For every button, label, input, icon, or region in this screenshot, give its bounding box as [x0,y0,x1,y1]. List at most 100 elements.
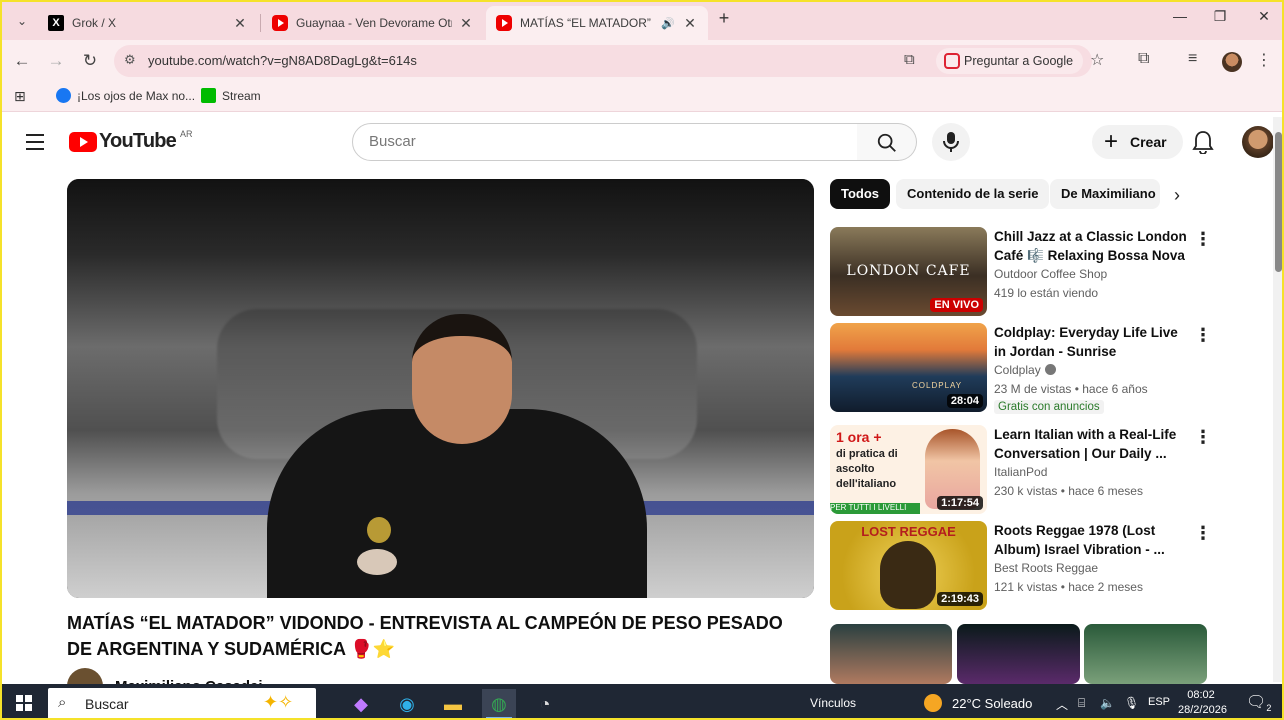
menu-dots-icon[interactable]: ⋮ [1256,50,1272,70]
media-control-icon[interactable]: ≡ [1188,50,1197,68]
search-button[interactable] [857,123,917,161]
more-options-icon[interactable]: ⋮ [1194,325,1212,346]
recommendation-meta: 419 lo están viendo [994,286,1099,300]
windows-start-icon[interactable] [16,695,32,711]
more-options-icon[interactable]: ⋮ [1194,523,1212,544]
tab-guaynaa[interactable]: Guaynaa - Ven Devorame Otra ✕ [262,6,484,40]
chip-todos[interactable]: Todos [830,179,891,209]
bookmark-stream[interactable]: Stream [201,88,261,103]
scrollbar-thumb[interactable] [1275,132,1282,272]
audio-playing-icon[interactable]: 🔊 [660,17,676,30]
x-icon: X [48,15,64,31]
minimize-button[interactable]: — [1160,8,1200,24]
weather-sun-icon[interactable] [924,694,942,712]
video-player[interactable] [67,179,814,598]
url-text[interactable]: youtube.com/watch?v=gN8AD8DagLg&t=614s [148,53,417,68]
chevron-right-icon[interactable]: › [1174,185,1180,206]
bookmark-facebook[interactable]: ¡Los ojos de Max no... [56,88,195,103]
facebook-icon [56,88,71,103]
thumbnail-illustration [880,541,936,609]
close-tab-icon[interactable]: ✕ [458,15,474,32]
language-indicator[interactable]: ESP [1148,696,1170,708]
reload-icon[interactable]: ↻ [76,48,104,74]
video-thumbnail[interactable]: LOST REGGAE 2:19:43 [830,521,987,610]
volume-icon[interactable]: 🔈 [1100,696,1115,710]
clock-date: 28/2/2026 [1178,704,1227,716]
tab-grok[interactable]: X Grok / X ✕ [38,6,258,40]
apps-grid-icon[interactable]: ⊞ [14,88,26,105]
hamburger-menu-icon[interactable] [26,134,44,155]
recommendation-item[interactable]: LOST REGGAE 2:19:43 Roots Reggae 1978 (L… [830,521,1220,611]
recommendation-channel[interactable]: Outdoor Coffee Shop [994,267,1107,281]
site-settings-icon[interactable]: ⚙ [124,52,136,68]
chip-de-maximiliano[interactable]: De Maximiliano [1050,179,1160,209]
youtube-logo[interactable]: YouTube AR [69,128,193,153]
close-window-button[interactable]: ✕ [1244,8,1282,25]
network-icon[interactable]: ⌸ [1078,696,1085,711]
recommendation-title[interactable]: Chill Jazz at a Classic London Café 🎼 Re… [994,227,1189,265]
video-thumbnail[interactable]: LONDON CAFE EN VIVO [830,227,987,316]
account-avatar[interactable] [1242,126,1274,158]
video-title: MATÍAS “EL MATADOR” VIDONDO - ENTREVISTA… [67,613,783,659]
back-arrow-icon[interactable]: ← [8,48,36,74]
recommendation-channel[interactable]: Coldplay [994,363,1056,377]
video-thumbnail[interactable]: COLDPLAY 28:04 [830,323,987,412]
weather-text[interactable]: 22°C Soleado [952,696,1032,711]
edge-icon[interactable]: ◉ [390,689,424,718]
maximize-button[interactable]: ❐ [1200,8,1240,25]
video-thumbnail[interactable]: 1 ora + di pratica di ascolto dell'itali… [830,425,987,514]
search-input[interactable]: Buscar [352,123,858,161]
notifications-bell-icon[interactable] [1192,130,1214,159]
search-icon [877,133,896,152]
tab-matias-active[interactable]: MATÍAS “EL MATADOR” VID 🔊 ✕ [486,6,708,40]
chip-series[interactable]: Contenido de la serie [896,179,1050,209]
tray-chevron-icon[interactable]: ︿ [1056,696,1068,713]
system-clock[interactable]: 08:02 28/2/2026 [1178,688,1227,718]
bookmark-label: ¡Los ojos de Max no... [77,88,196,103]
clock-time: 08:02 [1187,689,1215,701]
search-placeholder: Buscar [369,133,416,150]
file-explorer-icon[interactable]: ▬ [436,689,470,718]
recommendation-meta: 230 k vistas • hace 6 meses [994,484,1143,498]
extensions-icon[interactable]: ⧉ [1138,50,1149,68]
create-button[interactable]: + Crear [1092,125,1183,159]
country-code: AR [179,128,193,139]
voice-search-button[interactable] [932,123,970,161]
recorder-icon[interactable]: ◔ [528,689,562,718]
address-bar[interactable]: ⚙ youtube.com/watch?v=gN8AD8DagLg&t=614s… [114,45,1104,77]
recommendation-title[interactable]: Coldplay: Everyday Life Live in Jordan -… [994,323,1189,361]
shorts-thumbnail[interactable] [1084,624,1207,684]
recommendation-item[interactable]: LONDON CAFE EN VIVO Chill Jazz at a Clas… [830,227,1220,317]
ask-google-label: Preguntar a Google [964,54,1074,68]
recommendation-channel[interactable]: ItalianPod [994,465,1047,479]
chrome-icon[interactable]: ◍ [482,689,516,718]
install-app-icon[interactable]: ⧉ [904,51,915,68]
page-scrollbar[interactable] [1273,117,1282,682]
duration-badge: 2:19:43 [937,592,983,606]
bookmark-star-icon[interactable]: ☆ [1090,50,1104,70]
new-tab-button[interactable]: + [704,8,744,29]
close-tab-icon[interactable]: ✕ [682,15,698,32]
more-options-icon[interactable]: ⋮ [1194,427,1212,448]
kick-icon [201,88,216,103]
close-tab-icon[interactable]: ✕ [232,15,248,32]
recommendation-title[interactable]: Learn Italian with a Real-Life Conversat… [994,425,1189,463]
more-options-icon[interactable]: ⋮ [1194,229,1212,250]
forward-arrow-icon[interactable]: → [42,48,70,74]
shorts-thumbnail[interactable] [957,624,1080,684]
links-toolbar-label[interactable]: Vínculos [810,696,856,710]
recommendation-item[interactable]: 1 ora + di pratica di ascolto dell'itali… [830,425,1220,515]
recommendation-item[interactable]: COLDPLAY 28:04 Coldplay: Everyday Life L… [830,323,1220,414]
youtube-icon [496,15,512,31]
taskbar-search-input[interactable]: ⌕ Buscar ✦✧ [48,688,316,718]
ask-google-button[interactable]: Preguntar a Google [936,48,1084,74]
plus-icon: + [1104,128,1119,155]
profile-avatar[interactable] [1222,52,1242,72]
microphone-tray-icon[interactable]: 🎙 [1124,696,1139,710]
copilot-icon[interactable]: ◆ [344,689,378,718]
tab-search-chevron-icon[interactable]: ⌄ [8,8,36,34]
recommendation-title[interactable]: Roots Reggae 1978 (Lost Album) Israel Vi… [994,521,1189,559]
shorts-thumbnail[interactable] [830,624,952,684]
recommendation-channel[interactable]: Best Roots Reggae [994,561,1098,575]
notification-center-icon[interactable]: 🗨2 [1246,692,1271,713]
